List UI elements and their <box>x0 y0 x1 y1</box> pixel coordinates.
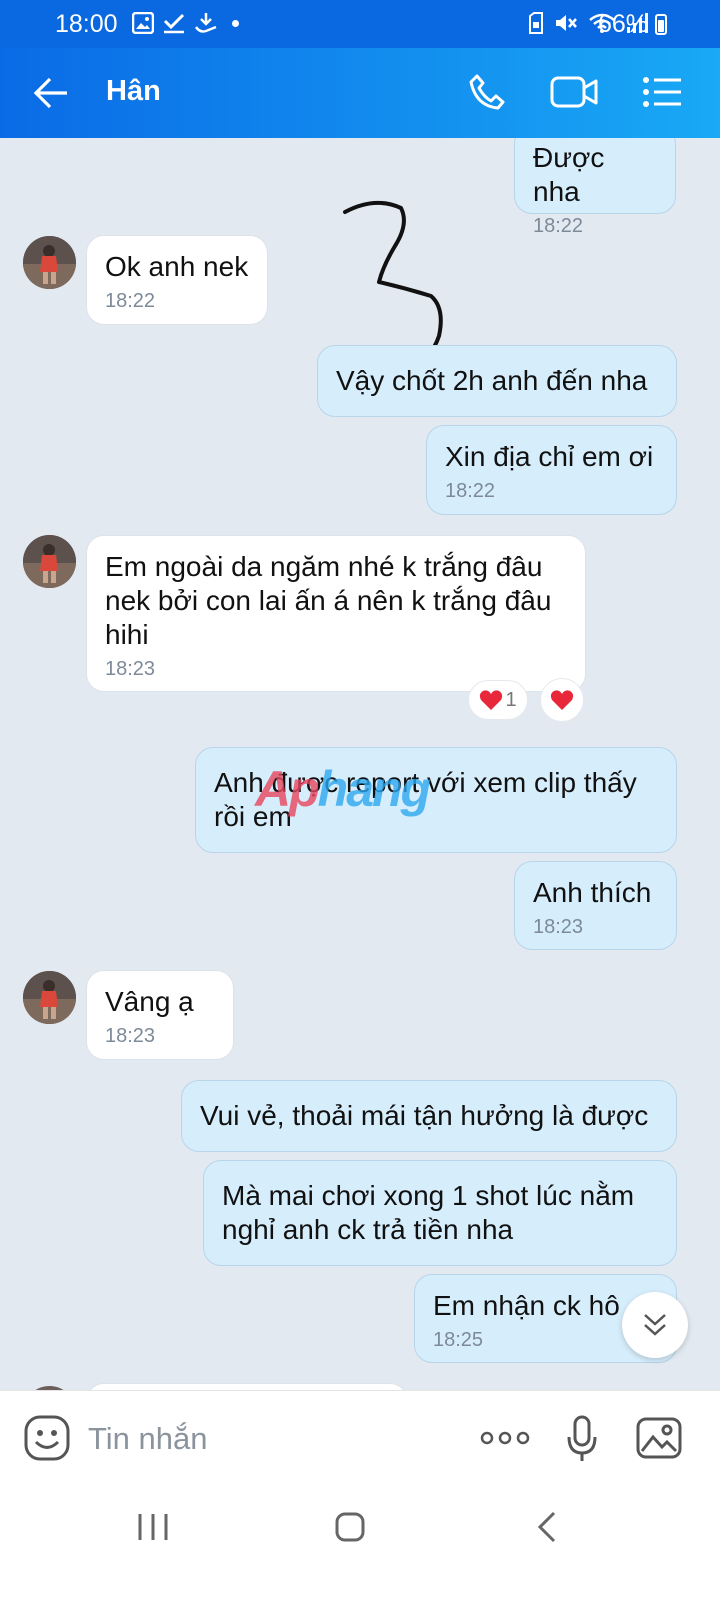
image-icon[interactable] <box>636 1417 682 1459</box>
chat-header: Hân <box>0 48 720 138</box>
back-icon[interactable] <box>536 1510 558 1544</box>
message-outgoing[interactable]: Vui vẻ, thoải mái tận hưởng là được <box>181 1080 677 1152</box>
message-time: 18:22 <box>105 290 156 312</box>
scroll-to-bottom-button[interactable] <box>622 1292 688 1358</box>
dot-icon <box>232 19 239 27</box>
message-time: 18:23 <box>533 916 584 938</box>
message-text: Mà mai chơi xong 1 shot lúc nằm nghỉ anh… <box>222 1180 635 1245</box>
message-incoming[interactable]: Vâng ạ 18:23 <box>86 970 234 1060</box>
more-options-icon[interactable] <box>480 1431 530 1445</box>
sticker-icon[interactable] <box>24 1415 70 1461</box>
status-time: 18:00 <box>55 10 118 38</box>
back-arrow-icon[interactable] <box>33 76 69 110</box>
video-call-icon[interactable] <box>550 74 598 110</box>
message-incoming[interactable]: Em ngoài da ngăm nhé k trắng đâu nek bởi… <box>86 535 586 692</box>
contact-name[interactable]: Hân <box>106 75 161 108</box>
message-composer: Tin nhắn <box>0 1390 720 1501</box>
message-text: Ok anh nek <box>105 251 249 282</box>
chat-area[interactable]: Được nha 18:22 Ok anh nek 18:22 Vậy chốt… <box>0 138 720 1418</box>
battery-icon <box>655 14 667 35</box>
heart-icon <box>550 690 574 710</box>
double-chevron-down-icon <box>644 1314 666 1336</box>
check-icon <box>163 13 185 34</box>
message-text: Anh thích <box>533 877 652 908</box>
message-text: Vui vẻ, thoải mái tận hưởng là được <box>200 1100 649 1131</box>
status-bar: 18:00 66% <box>0 0 720 48</box>
watermark: Aphang <box>255 761 431 817</box>
download-icon <box>194 13 217 33</box>
message-time: 18:23 <box>105 658 156 680</box>
home-icon[interactable] <box>334 1511 366 1543</box>
message-outgoing[interactable]: Vậy chốt 2h anh đến nha <box>317 345 677 417</box>
message-time: 18:22 <box>533 215 584 237</box>
message-text: Được nha <box>533 142 605 207</box>
message-incoming[interactable]: Ok anh nek 18:22 <box>86 235 268 325</box>
battery-percentage: 66% <box>598 10 649 38</box>
message-outgoing[interactable]: Mà mai chơi xong 1 shot lúc nằm nghỉ anh… <box>203 1160 677 1266</box>
menu-list-icon[interactable] <box>642 76 682 108</box>
notification-icons <box>132 12 239 34</box>
message-outgoing[interactable]: Anh thích 18:23 <box>514 861 677 950</box>
sim-icon <box>529 12 543 34</box>
phone-icon[interactable] <box>468 73 506 111</box>
contact-avatar[interactable] <box>23 971 76 1024</box>
reaction-summary[interactable]: 1 <box>468 680 528 720</box>
message-text: Xin địa chỉ em ơi <box>445 441 654 472</box>
recent-apps-icon[interactable] <box>136 1512 170 1542</box>
heart-icon <box>480 690 503 710</box>
reaction-count: 1 <box>505 688 517 711</box>
microphone-icon[interactable] <box>566 1415 598 1463</box>
message-input[interactable]: Tin nhắn <box>88 1421 208 1457</box>
message-outgoing[interactable]: Xin địa chỉ em ơi 18:22 <box>426 425 677 515</box>
gallery-icon <box>132 12 154 34</box>
message-text: Vâng ạ <box>105 986 194 1017</box>
system-nav-bar <box>0 1500 720 1600</box>
message-time: 18:23 <box>105 1025 156 1047</box>
mute-icon <box>556 15 577 31</box>
message-text: Em nhận ck hô <box>433 1290 620 1321</box>
react-button[interactable] <box>540 678 584 722</box>
message-text: Em ngoài da ngăm nhé k trắng đâu nek bởi… <box>105 551 552 650</box>
message-text: Vậy chốt 2h anh đến nha <box>336 365 648 396</box>
message-time: 18:22 <box>445 480 496 502</box>
contact-avatar[interactable] <box>23 535 76 588</box>
contact-avatar[interactable] <box>23 236 76 289</box>
message-outgoing[interactable]: Được nha 18:22 <box>514 138 676 237</box>
